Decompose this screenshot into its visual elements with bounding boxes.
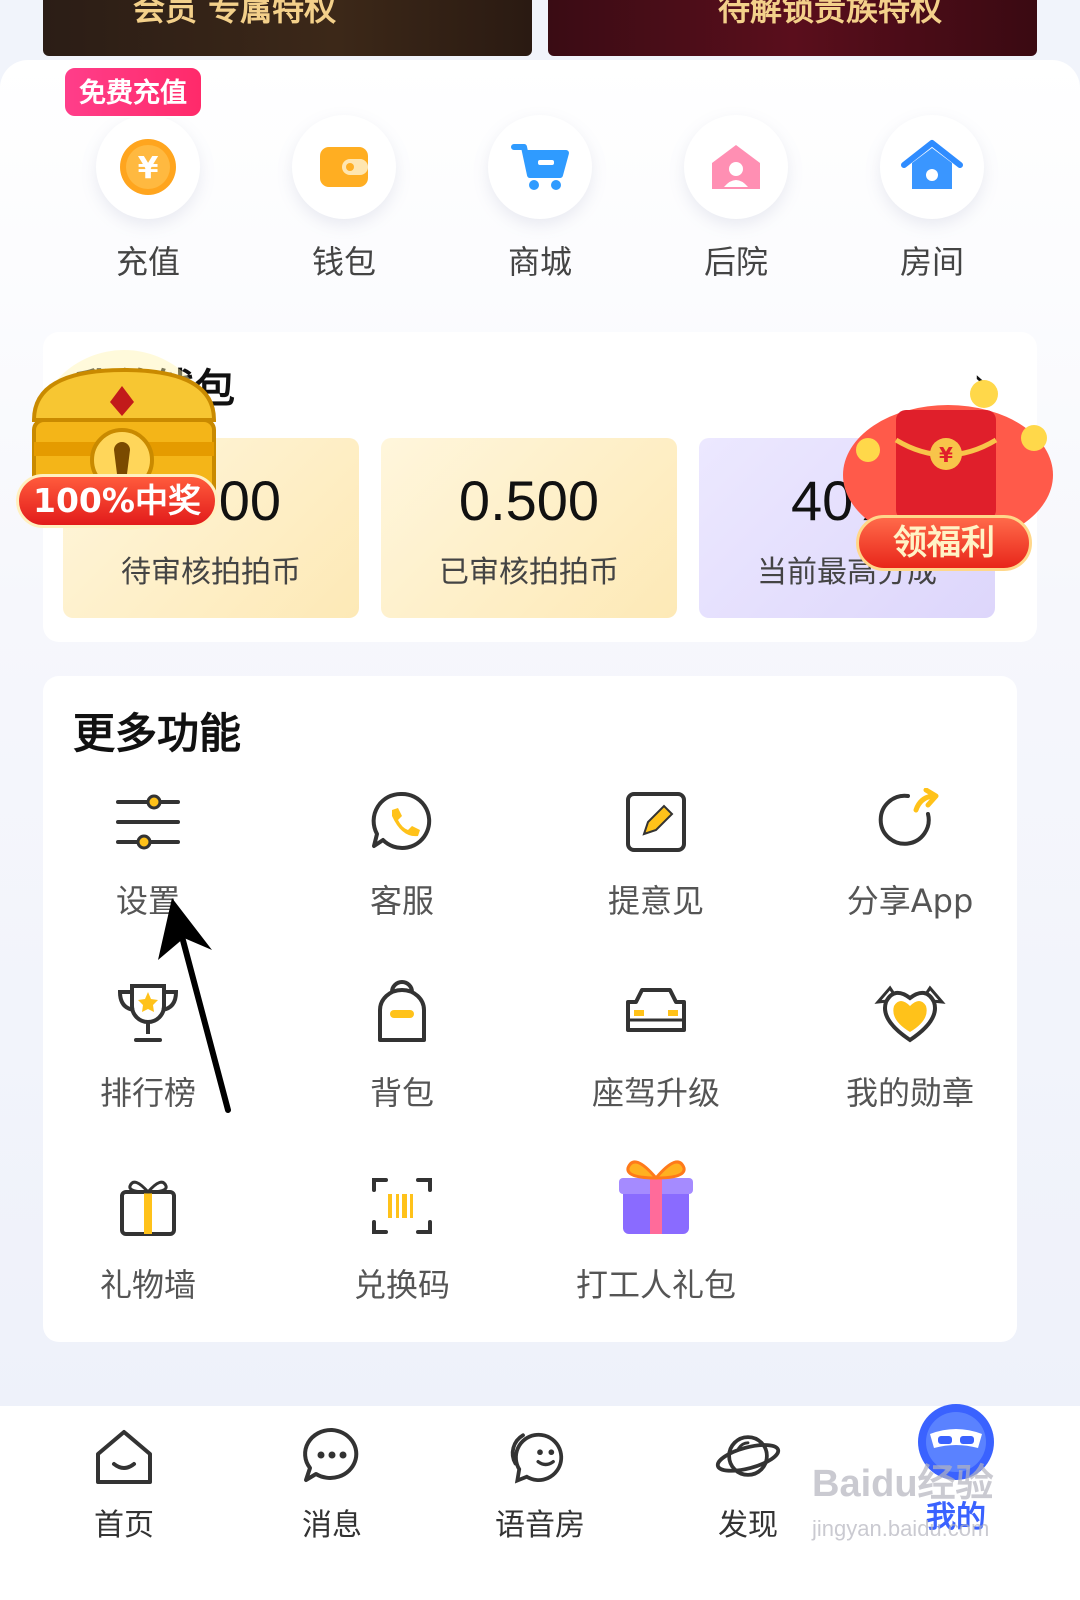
settings-sliders-icon [116, 794, 180, 850]
quick-action-label: 充值 [115, 243, 180, 281]
wallet-icon [320, 147, 368, 187]
gift-box-icon [619, 1160, 693, 1234]
baidu-watermark: Baidu经验 [812, 1463, 994, 1505]
feature-worker-gift-pack[interactable]: 打工人礼包 [536, 1152, 776, 1306]
voice-room-icon [510, 1432, 564, 1484]
more-features-title: 更多功能 [73, 709, 242, 758]
vip-banner-text: 会员 专属特权 [133, 0, 337, 28]
quick-actions-row: ¥ 充值 钱包 商城 后院 房间 [0, 115, 1080, 283]
nav-messages[interactable]: 消息 [242, 1406, 422, 1600]
feature-label: 分享App [846, 882, 974, 920]
nav-home[interactable]: 首页 [34, 1406, 214, 1600]
feature-label: 提意见 [607, 882, 704, 920]
feature-redeem-code[interactable]: 兑换码 [282, 1170, 522, 1306]
feature-customer-service[interactable]: 客服 [282, 786, 522, 922]
nav-discover[interactable]: 发现 [658, 1406, 838, 1600]
svg-text:¥: ¥ [138, 151, 159, 186]
feature-backpack[interactable]: 背包 [282, 978, 522, 1114]
svg-text:¥: ¥ [939, 443, 953, 467]
nav-label: 消息 [302, 1508, 362, 1543]
quick-action-backyard[interactable]: 后院 [676, 115, 796, 283]
barcode-icon [372, 1178, 432, 1234]
stat-label: 待审核拍拍币 [121, 555, 301, 590]
feature-label: 客服 [369, 882, 434, 920]
feedback-edit-icon [626, 792, 686, 852]
feature-label: 兑换码 [353, 1266, 450, 1304]
nav-label: 首页 [94, 1508, 154, 1543]
quick-action-recharge[interactable]: ¥ 充值 [88, 115, 208, 283]
annotation-arrow [158, 898, 231, 1113]
nav-label: 语音房 [495, 1508, 585, 1543]
car-icon [626, 988, 686, 1032]
quick-action-wallet[interactable]: 钱包 [284, 115, 404, 283]
feature-label: 礼物墙 [99, 1266, 196, 1304]
feature-label: 座驾升级 [591, 1074, 720, 1112]
customer-service-icon [371, 791, 432, 850]
stat-approved-coins[interactable]: 0.500 已审核拍拍币 [381, 438, 677, 618]
feature-feedback[interactable]: 提意见 [536, 786, 776, 922]
feature-label: 我的勋章 [845, 1074, 974, 1112]
home-icon [96, 1430, 152, 1484]
cart-icon [511, 144, 569, 190]
benefit-tag[interactable]: 领福利 [856, 515, 1032, 571]
backpack-icon [378, 980, 426, 1042]
free-recharge-badge[interactable]: 免费充值 [63, 66, 203, 118]
prize-tag[interactable]: 100%中奖 [16, 474, 218, 528]
share-icon [878, 788, 939, 846]
feature-vehicle-upgrade[interactable]: 座驾升级 [536, 978, 776, 1114]
planet-icon [715, 1435, 781, 1477]
message-icon [303, 1427, 359, 1482]
quick-action-mall[interactable]: 商城 [480, 115, 600, 283]
quick-action-label: 后院 [703, 243, 768, 281]
quick-action-label: 钱包 [311, 243, 376, 281]
noble-banner-text: 待解锁贵族特权 [718, 0, 943, 28]
medal-heart-icon [874, 985, 946, 1043]
vip-banner[interactable]: 会员 专属特权 [43, 0, 532, 56]
baidu-watermark-url: jingyan.baidu.com [812, 1516, 990, 1541]
feature-label: 打工人礼包 [575, 1266, 736, 1304]
feature-share-app[interactable]: 分享App [790, 786, 1030, 922]
nav-label: 发现 [718, 1508, 778, 1543]
yuan-coin-icon: ¥ [120, 139, 176, 195]
feature-gift-wall[interactable]: 礼物墙 [28, 1170, 268, 1306]
quick-action-label: 商城 [507, 243, 572, 281]
quick-action-label: 房间 [899, 243, 964, 281]
nav-voice-room[interactable]: 语音房 [450, 1406, 630, 1600]
gift-icon [120, 1180, 176, 1236]
feature-my-medals[interactable]: 我的勋章 [790, 978, 1030, 1114]
quick-action-room[interactable]: 房间 [872, 115, 992, 283]
stat-label: 已审核拍拍币 [439, 555, 619, 590]
stat-value: 0.500 [458, 469, 600, 532]
backyard-icon [712, 145, 760, 189]
house-icon [901, 140, 963, 189]
noble-banner[interactable]: 待解锁贵族特权 [548, 0, 1037, 56]
feature-label: 背包 [369, 1074, 434, 1112]
